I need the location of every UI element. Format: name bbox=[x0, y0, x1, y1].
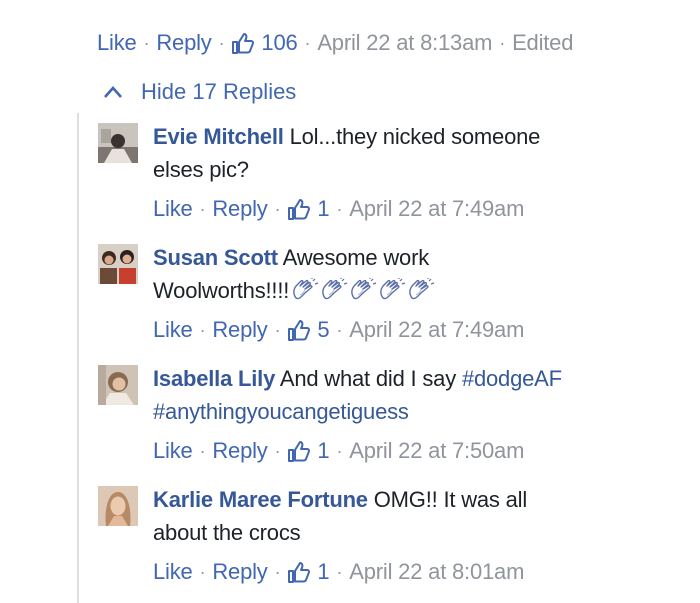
author-name[interactable]: Karlie Maree Fortune bbox=[153, 487, 368, 512]
separator: · bbox=[274, 561, 281, 582]
clapping-hands-icon bbox=[291, 278, 320, 302]
clapping-hands-icon bbox=[378, 278, 407, 302]
separator: · bbox=[199, 440, 206, 461]
separator: · bbox=[274, 440, 281, 461]
reply-actions: Like · Reply · 5 · April 22 at 7:49am bbox=[153, 317, 524, 343]
reply-actions: Like · Reply · 1 · April 22 at 8:01am bbox=[153, 559, 524, 585]
reply-link[interactable]: Reply bbox=[212, 438, 267, 464]
separator: · bbox=[336, 561, 343, 582]
timestamp[interactable]: April 22 at 8:01am bbox=[349, 559, 524, 585]
reply-link[interactable]: Reply bbox=[212, 317, 267, 343]
separator: · bbox=[304, 32, 311, 53]
comment-body: And what did I say bbox=[279, 366, 457, 391]
thumbs-up-icon[interactable] bbox=[231, 31, 255, 55]
separator: · bbox=[274, 319, 281, 340]
like-count[interactable]: 1 bbox=[317, 196, 329, 222]
hide-replies-toggle[interactable]: Hide 17 Replies bbox=[103, 79, 296, 105]
reply-comment-text: Karlie Maree Fortune OMG!! It was all ab… bbox=[153, 483, 633, 549]
clapping-hands-emoji-group bbox=[291, 278, 436, 303]
reply-comment-text: Evie Mitchell Lol...they nicked someone … bbox=[153, 120, 633, 186]
separator: · bbox=[336, 198, 343, 219]
like-link[interactable]: Like bbox=[153, 317, 193, 343]
thumbs-up-icon[interactable] bbox=[287, 439, 311, 463]
separator: · bbox=[336, 319, 343, 340]
separator: · bbox=[199, 561, 206, 582]
separator: · bbox=[199, 198, 206, 219]
timestamp[interactable]: April 22 at 7:49am bbox=[349, 317, 524, 343]
like-link[interactable]: Like bbox=[97, 30, 137, 56]
timestamp[interactable]: April 22 at 8:13am bbox=[317, 30, 492, 56]
like-count[interactable]: 5 bbox=[317, 317, 329, 343]
comment-body: about the crocs bbox=[153, 520, 301, 545]
like-count[interactable]: 1 bbox=[317, 438, 329, 464]
top-comment-actions: Like · Reply · 106 · April 22 at 8:13am … bbox=[97, 30, 573, 56]
thumbs-up-icon[interactable] bbox=[287, 560, 311, 584]
reply-comment-text: Isabella Lily And what did I say #dodgeA… bbox=[153, 362, 633, 428]
comment-body: elses pic? bbox=[153, 157, 249, 182]
thumbs-up-icon[interactable] bbox=[287, 197, 311, 221]
author-name[interactable]: Evie Mitchell bbox=[153, 124, 284, 149]
reply-actions: Like · Reply · 1 · April 22 at 7:50am bbox=[153, 438, 524, 464]
avatar[interactable] bbox=[98, 486, 138, 526]
comment-body: Awesome work bbox=[282, 245, 430, 270]
author-name[interactable]: Isabella Lily bbox=[153, 366, 275, 391]
like-count[interactable]: 1 bbox=[317, 559, 329, 585]
edited-label[interactable]: Edited bbox=[512, 30, 573, 56]
hashtag-link[interactable]: #anythingyoucangetiguess bbox=[153, 399, 409, 424]
like-link[interactable]: Like bbox=[153, 438, 193, 464]
separator: · bbox=[274, 198, 281, 219]
chevron-up-icon bbox=[104, 86, 122, 98]
comment-body: OMG!! It was all bbox=[373, 487, 528, 512]
reply-link[interactable]: Reply bbox=[156, 30, 211, 56]
clapping-hands-icon bbox=[349, 278, 378, 302]
hashtag-link[interactable]: #dodgeAF bbox=[462, 366, 562, 391]
comment-body: Lol...they nicked someone bbox=[289, 124, 541, 149]
separator: · bbox=[336, 440, 343, 461]
reply-link[interactable]: Reply bbox=[212, 196, 267, 222]
separator: · bbox=[143, 32, 150, 53]
timestamp[interactable]: April 22 at 7:49am bbox=[349, 196, 524, 222]
thread-line bbox=[77, 113, 79, 603]
reply-actions: Like · Reply · 1 · April 22 at 7:49am bbox=[153, 196, 524, 222]
avatar[interactable] bbox=[98, 244, 138, 284]
clapping-hands-icon bbox=[320, 278, 349, 302]
avatar[interactable] bbox=[98, 123, 138, 163]
reply-link[interactable]: Reply bbox=[212, 559, 267, 585]
separator: · bbox=[499, 32, 506, 53]
like-link[interactable]: Like bbox=[153, 559, 193, 585]
like-count[interactable]: 106 bbox=[261, 30, 297, 56]
separator: · bbox=[199, 319, 206, 340]
clapping-hands-icon bbox=[407, 278, 436, 302]
comment-body: Woolworths!!!! bbox=[153, 278, 290, 303]
author-name[interactable]: Susan Scott bbox=[153, 245, 278, 270]
thumbs-up-icon[interactable] bbox=[287, 318, 311, 342]
timestamp[interactable]: April 22 at 7:50am bbox=[349, 438, 524, 464]
reply-comment-text: Susan Scott Awesome work Woolworths!!!! bbox=[153, 241, 633, 307]
like-link[interactable]: Like bbox=[153, 196, 193, 222]
hide-replies-label[interactable]: Hide 17 Replies bbox=[141, 79, 296, 105]
separator: · bbox=[218, 32, 225, 53]
avatar[interactable] bbox=[98, 365, 138, 405]
